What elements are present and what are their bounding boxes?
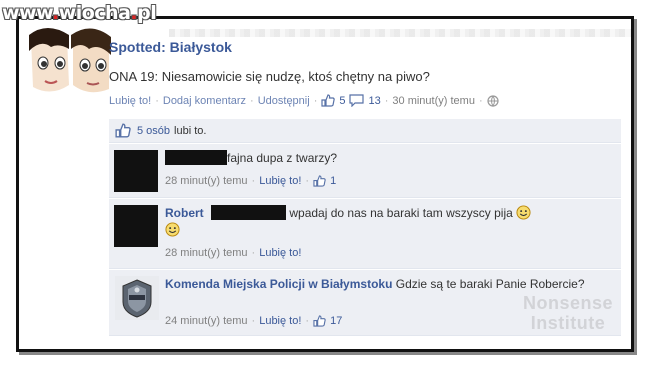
page-avatar[interactable]: [29, 25, 111, 107]
site-watermark: www.wiocha.pl: [2, 2, 157, 24]
comment-timestamp[interactable]: 28 minut(y) temu: [165, 247, 248, 259]
like-count[interactable]: 5: [339, 95, 345, 107]
separator: ·: [384, 94, 389, 107]
separator: ·: [155, 94, 159, 107]
comment-meta: 28 minut(y) temu · Lubię to!: [165, 247, 301, 259]
thumbs-up-icon: [321, 94, 336, 107]
top-edge-texture: [169, 29, 631, 37]
separator: ·: [250, 94, 254, 107]
comment-item: fajna dupa z twarzy? 28 minut(y) temu · …: [109, 144, 621, 198]
comment-text: Gdzie są te baraki Panie Robercie?: [395, 277, 585, 291]
comment-like-count[interactable]: 1: [330, 175, 336, 187]
comment-meta: 24 minut(y) temu · Lubię to! · 17: [165, 315, 342, 327]
separator: ·: [305, 315, 310, 327]
separator: ·: [478, 94, 483, 107]
comment-like-count[interactable]: 17: [330, 315, 342, 327]
comment-avatar-redacted[interactable]: [114, 150, 158, 192]
comment-body: Robert wpadaj do nas na baraki tam wszys…: [165, 205, 610, 239]
likes-summary: 5 osób lubi to.: [109, 119, 621, 143]
comment-like-link[interactable]: Lubię to!: [259, 175, 301, 187]
smiley-emoticon-icon: [516, 205, 531, 220]
comment-count[interactable]: 13: [368, 95, 380, 107]
comment-item: Robert wpadaj do nas na baraki tam wszys…: [109, 199, 621, 269]
comment-like-link[interactable]: Lubię to!: [259, 247, 301, 259]
comment-text: wpadaj do nas na baraki tam wszyscy pija: [289, 206, 513, 220]
separator: ·: [305, 175, 310, 187]
comment-timestamp[interactable]: 24 minut(y) temu: [165, 315, 248, 327]
post-header: Spotted: Białystok: [109, 39, 619, 55]
smiley-emoticon-icon: [165, 222, 180, 237]
comment-body: fajna dupa z twarzy?: [165, 150, 610, 167]
separator: ·: [251, 247, 256, 259]
comment-author-link[interactable]: Robert: [165, 206, 204, 220]
post-text: ONA 19: Niesamowicie się nudzę, ktoś chę…: [109, 69, 430, 84]
comment-author-link[interactable]: Komenda Miejska Policji w Białymstoku: [165, 277, 392, 291]
separator: ·: [251, 175, 256, 187]
redacted-author: [165, 150, 227, 165]
screenshot-frame: Spotted: Białystok ONA 19: Niesamowicie …: [16, 16, 634, 352]
separator: ·: [251, 315, 256, 327]
globe-icon: [487, 94, 499, 107]
separator: ·: [313, 94, 318, 107]
comment-like-link[interactable]: Lubię to!: [259, 315, 301, 327]
thumbs-up-icon: [313, 175, 326, 187]
like-link[interactable]: Lubię to!: [109, 95, 151, 107]
comment-text: fajna dupa z twarzy?: [227, 151, 338, 165]
nonsense-institute-watermark: Nonsense Institute: [522, 293, 613, 333]
share-link[interactable]: Udostępnij: [258, 95, 310, 107]
thumbs-up-icon: [313, 315, 326, 327]
cartoon-faces-icon: [29, 25, 111, 107]
page-title-link[interactable]: Spotted: Białystok: [109, 39, 232, 55]
comment-timestamp[interactable]: 28 minut(y) temu: [165, 175, 248, 187]
comment-icon: [349, 94, 365, 107]
comment-meta: 28 minut(y) temu · Lubię to! · 1: [165, 175, 336, 187]
comment-item: Komenda Miejska Policji w Białymstoku Gd…: [109, 270, 621, 336]
add-comment-link[interactable]: Dodaj komentarz: [163, 95, 246, 107]
comment-body: Komenda Miejska Policji w Białymstoku Gd…: [165, 276, 610, 293]
likes-suffix: lubi to.: [174, 124, 207, 137]
redacted-surname: [211, 205, 287, 220]
comment-avatar-redacted[interactable]: [114, 205, 158, 247]
likers-link[interactable]: 5 osób: [137, 125, 170, 137]
post-timestamp[interactable]: 30 minut(y) temu: [392, 95, 475, 107]
post-actions: Lubię to! · Dodaj komentarz · Udostępnij…: [109, 94, 499, 107]
thumbs-up-icon: [115, 123, 131, 138]
police-badge-avatar[interactable]: [115, 276, 159, 320]
